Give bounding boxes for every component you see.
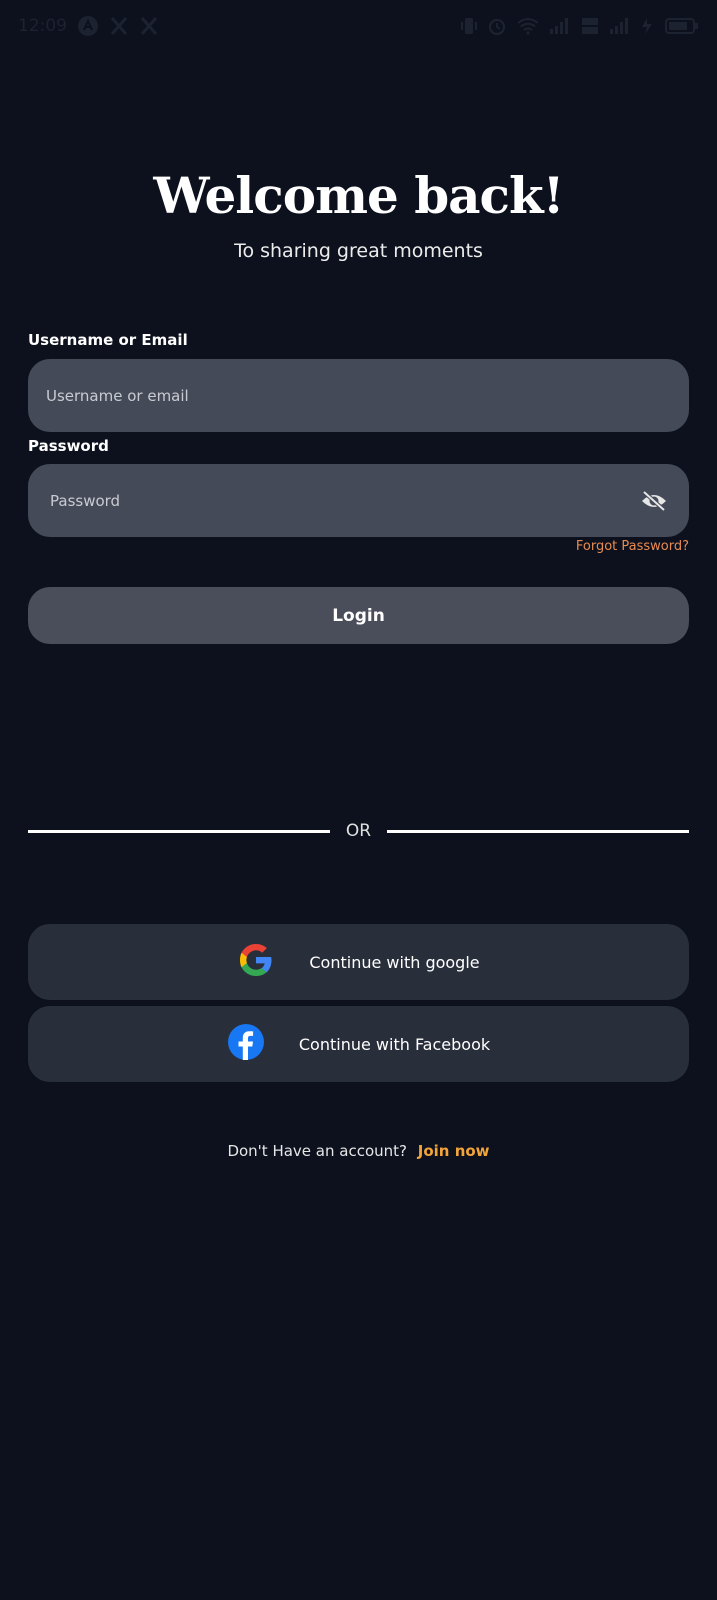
facebook-login-button[interactable]: Continue with Facebook (28, 1006, 689, 1082)
forgot-password-link[interactable]: Forgot Password? (576, 539, 689, 554)
alarm-icon (487, 16, 507, 36)
divider-line-left (28, 829, 330, 833)
eye-off-icon[interactable] (639, 486, 669, 516)
login-button[interactable]: Login (28, 587, 689, 644)
signal-icon (609, 17, 629, 35)
x-logo-icon (139, 16, 159, 36)
status-bar-left: 12:09 (18, 15, 159, 37)
username-input[interactable] (44, 386, 673, 405)
google-button-label: Continue with google (309, 952, 480, 972)
vibrate-icon (461, 16, 477, 36)
status-bar-right (461, 16, 699, 36)
signal-icon (549, 17, 571, 35)
page-subtitle: To sharing great moments (234, 240, 483, 262)
username-field-container (28, 359, 689, 432)
battery-icon (665, 17, 699, 35)
signup-question: Don't Have an account? (227, 1142, 407, 1160)
google-icon (237, 941, 275, 983)
password-input[interactable] (48, 491, 639, 510)
divider-line-right (387, 829, 690, 833)
join-now-link[interactable]: Join now (418, 1142, 490, 1160)
status-time: 12:09 (18, 16, 67, 36)
battery-saver-icon (639, 16, 655, 36)
or-divider: OR (28, 818, 690, 844)
page-title: Welcome back! (153, 166, 564, 225)
facebook-button-label: Continue with Facebook (298, 1034, 491, 1054)
wifi-icon (517, 17, 539, 35)
volte-icon (581, 16, 599, 36)
username-label: Username or Email (28, 331, 188, 349)
google-login-button[interactable]: Continue with google (28, 924, 689, 1000)
facebook-icon (227, 1023, 265, 1065)
or-text: OR (345, 821, 372, 841)
password-label: Password (28, 437, 109, 455)
password-field-container (28, 464, 689, 537)
status-bar: 12:09 (0, 0, 717, 52)
signup-prompt: Don't Have an account? Join now (0, 1142, 717, 1160)
x-logo-icon (109, 16, 129, 36)
assistant-icon (77, 15, 99, 37)
